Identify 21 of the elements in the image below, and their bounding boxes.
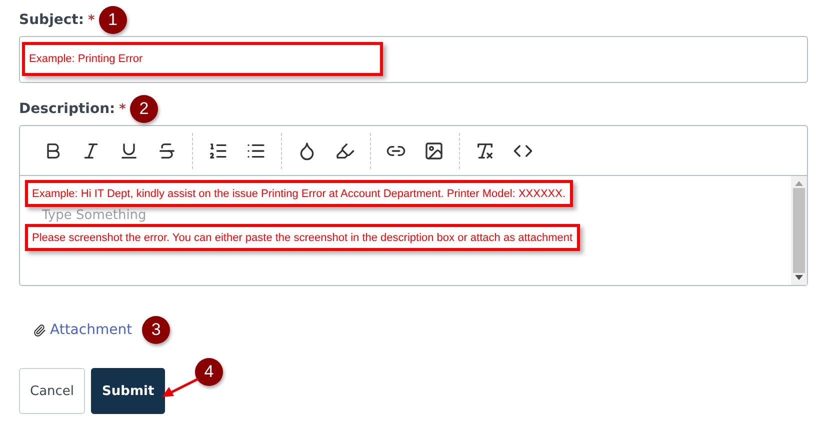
scrollbar[interactable] [791,176,807,285]
example-callout: Please screenshot the error. You can either paste the screenshot in the description box or attach as attachment [25,224,580,251]
required-mark: * [119,102,126,116]
subject-field[interactable]: Example: Printing Error [19,36,808,83]
step-badge: 1 [98,6,127,34]
required-mark: * [88,12,95,28]
description-editor[interactable] [19,125,808,286]
submit-button[interactable]: Submit [91,368,166,414]
annotation-arrow [160,377,200,399]
paperclip-icon [33,324,46,336]
example-callout: Example: Hi IT Dept, kindly assist on the issue Printing Error at Account Department. Printer Model: XXXXXX. [25,180,573,207]
step-badge: 3 [142,316,170,344]
example-callout: Example: Printing Error [22,42,383,76]
attachment-link[interactable]: Attachment [33,322,132,338]
subject-label: Subject: [19,12,84,28]
scroll-down-icon[interactable] [795,275,803,280]
description-label: Description: [19,101,116,117]
cancel-button[interactable]: Cancel [19,368,86,414]
editor-placeholder: Type Something [42,208,146,223]
step-badge: 2 [130,95,158,123]
step-badge: 4 [195,358,223,386]
